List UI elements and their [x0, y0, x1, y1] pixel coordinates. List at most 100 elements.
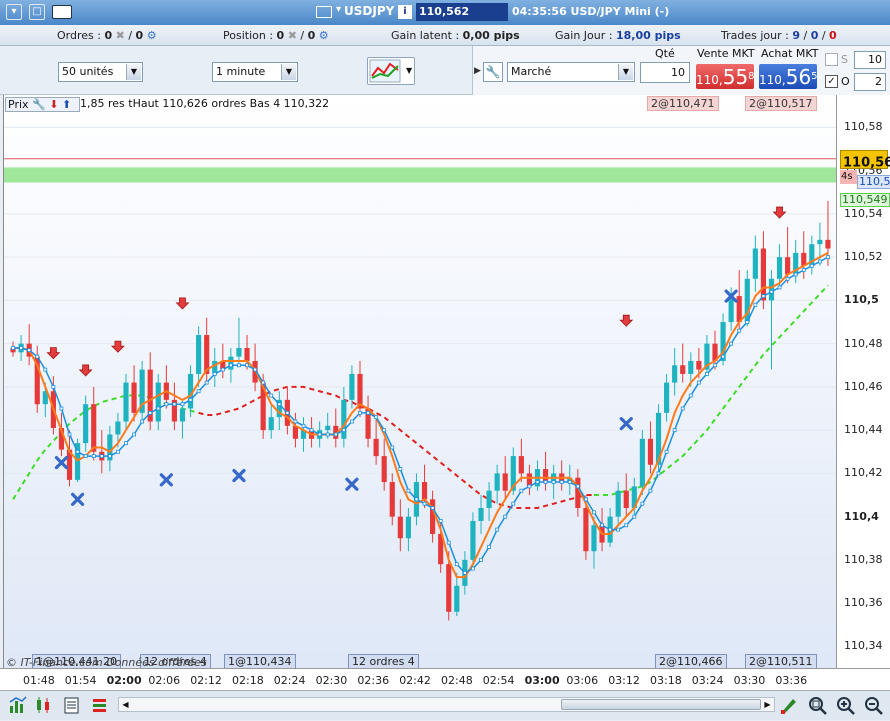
clear-position-icon[interactable]: ✖: [288, 29, 297, 42]
ma-point: [729, 341, 734, 346]
orders-stat: Ordres : 0 ✖ / 0 ⚙: [57, 29, 157, 42]
ma-point: [753, 302, 758, 307]
ma-point: [188, 397, 193, 402]
chart-overlay-text: 1,85 res tHaut 110,626 ordres Bas 4 110,…: [80, 97, 330, 110]
chart-scrollbar[interactable]: ◀ ▶: [118, 697, 775, 712]
units-select[interactable]: 50 unités ▼: [58, 62, 143, 82]
gain-latent-value: 0,00 pips: [462, 29, 520, 42]
candle-body: [341, 399, 347, 439]
zoom-in-icon[interactable]: [836, 696, 855, 715]
bottom-order-tag[interactable]: 12 ordres 4: [348, 654, 419, 669]
gain-jour-value: 18,00 pips: [615, 29, 681, 42]
units-select-value: 50 unités: [62, 65, 114, 78]
title-bar: ▾ □ ▾ USDJPY i 110,562 (+0,17%) 04:35:56…: [0, 0, 890, 36]
ma-point: [99, 454, 104, 458]
list-icon[interactable]: [62, 696, 81, 715]
candle-body: [760, 248, 766, 301]
price-axis-label: 110,48: [844, 336, 883, 350]
symbol-dropdown-icon[interactable]: ▾: [336, 4, 341, 15]
ma-point: [543, 480, 548, 484]
wrench-icon[interactable]: 🔧: [483, 62, 503, 82]
ma-point: [664, 449, 669, 454]
interval-select[interactable]: 1 minute ▼: [212, 62, 298, 82]
scroll-left-icon[interactable]: ◀: [119, 698, 132, 711]
info-icon[interactable]: i: [398, 5, 412, 19]
sell-signal-arrow: [772, 206, 787, 219]
zoom-fit-icon[interactable]: [808, 696, 827, 715]
candle-body: [680, 365, 686, 374]
order-list-icon[interactable]: [90, 696, 109, 715]
chevron-down-icon: ▼: [406, 66, 413, 75]
chart-settings-icon[interactable]: [8, 696, 27, 715]
buy-price-main: 110,: [759, 73, 786, 87]
order-type-select[interactable]: Marché ▼: [507, 62, 635, 82]
draw-tool-icon[interactable]: [779, 696, 798, 715]
ma-point: [487, 545, 491, 549]
candle-body: [825, 239, 831, 249]
symbol-name[interactable]: USDJPY: [344, 4, 394, 18]
ma-point: [584, 497, 588, 502]
ma-point: [406, 488, 411, 493]
ma-point: [35, 354, 40, 359]
window-mode-icon[interactable]: [316, 6, 332, 18]
gear-icon[interactable]: ⚙: [147, 29, 157, 42]
time-axis-label: 02:06: [148, 674, 181, 687]
chart-type-button[interactable]: ▼: [367, 57, 415, 85]
zoom-out-icon[interactable]: [864, 696, 883, 715]
stop-checkbox[interactable]: [825, 53, 838, 66]
collapse-arrow-icon[interactable]: ▶: [474, 66, 481, 76]
candle-body: [405, 516, 411, 539]
bottom-order-tag[interactable]: 2@110,511: [745, 654, 817, 669]
position-label: Position :: [223, 29, 274, 42]
ma-point: [67, 432, 72, 437]
bottom-order-tag[interactable]: 1@110,434: [224, 654, 296, 669]
candles-icon[interactable]: [34, 696, 53, 715]
scroll-right-icon[interactable]: ▶: [761, 698, 774, 711]
orders-label: Ordres :: [57, 29, 101, 42]
window-dropdown-icon[interactable]: ▾: [6, 4, 22, 20]
ma-point: [793, 272, 798, 277]
bottom-order-tag[interactable]: 2@110,466: [655, 654, 727, 669]
time-axis-label: 03:30: [733, 674, 766, 687]
maximize-icon[interactable]: □: [29, 4, 45, 20]
top-order-tag[interactable]: 2@110,517: [745, 96, 817, 111]
ma-point: [600, 523, 604, 528]
stop-input[interactable]: 10: [854, 51, 886, 69]
chart-header-box: Prix 🔧 ⬇ ⬆: [5, 97, 80, 112]
buy-signal-cross: [54, 455, 69, 470]
candle-body: [446, 564, 452, 612]
gain-latent-label: Gain latent :: [391, 29, 460, 42]
ma-point: [511, 501, 516, 506]
gear-icon[interactable]: ⚙: [319, 29, 329, 42]
time-axis-label: 02:42: [399, 674, 431, 687]
buy-signal-cross: [232, 468, 246, 483]
wrench-icon[interactable]: 🔧: [32, 98, 46, 111]
chevron-down-icon: ▼: [618, 64, 633, 80]
top-order-tag[interactable]: 2@110,471: [647, 96, 719, 111]
sell-price-sup: 8: [748, 71, 755, 82]
ma-point: [656, 471, 661, 476]
sell-market-button[interactable]: 110,558: [696, 64, 755, 89]
ma-point: [27, 348, 32, 353]
scroll-thumb[interactable]: [561, 699, 761, 710]
time-axis-label: 03:24: [691, 674, 724, 687]
download-icon[interactable]: ⬇: [49, 98, 58, 111]
price-chart[interactable]: [3, 95, 837, 668]
time-axis-label: 02:00: [106, 674, 142, 687]
candle-body: [526, 473, 533, 487]
ma-point: [479, 557, 483, 562]
keyboard-icon[interactable]: [52, 5, 72, 19]
objective-checkbox[interactable]: ✓: [825, 75, 838, 88]
time-axis[interactable]: 01:48 01:54 02:00 02:06 02:12 02:18 02:24 02:30…: [0, 668, 890, 690]
candle-body: [736, 296, 742, 323]
buy-market-button[interactable]: 110,565: [759, 64, 818, 89]
qty-input[interactable]: 10: [640, 62, 690, 83]
objective-input[interactable]: 2: [854, 73, 886, 91]
clear-orders-icon[interactable]: ✖: [116, 29, 125, 42]
objective-label: O: [841, 75, 850, 88]
upload-icon[interactable]: ⬆: [62, 98, 71, 111]
stop-label: S: [841, 53, 848, 66]
ma-point: [317, 432, 322, 437]
chart-indicator-icon: [369, 59, 401, 83]
ma-point: [140, 419, 145, 424]
